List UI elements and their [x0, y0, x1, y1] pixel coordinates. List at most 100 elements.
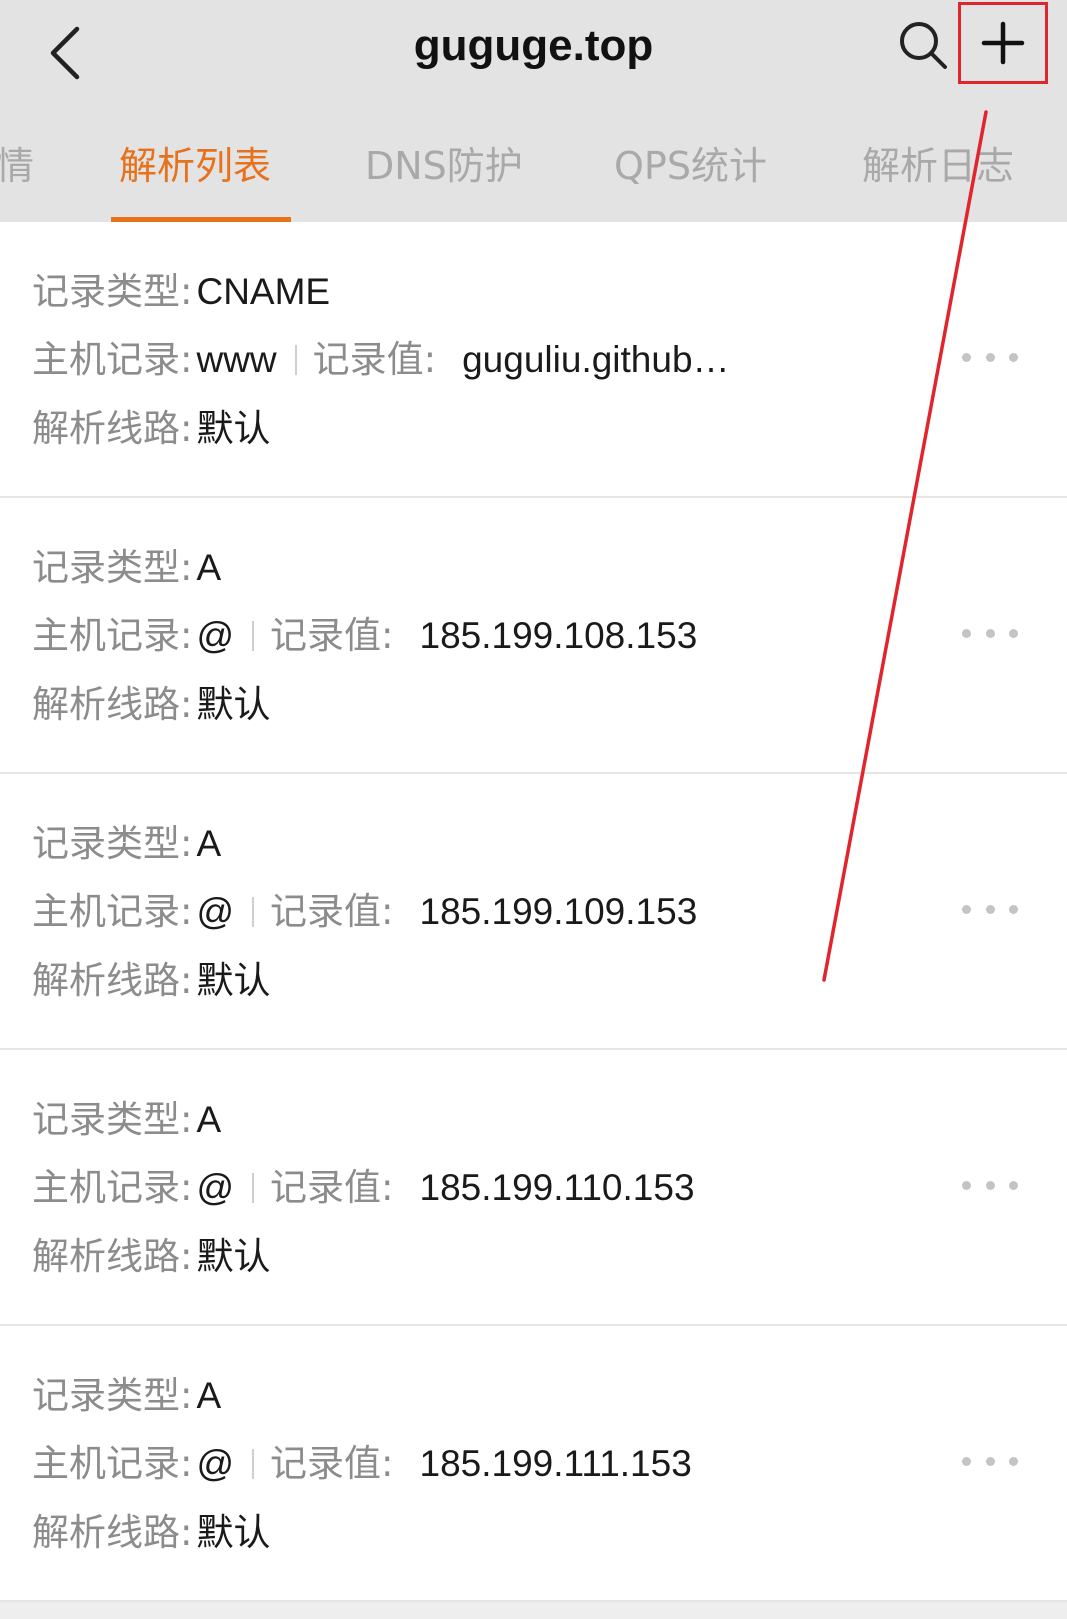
record-type-row: 记录类型: CNAME	[32, 267, 330, 317]
more-dot-icon	[962, 1456, 971, 1466]
record-value-label: 记录值:	[270, 614, 394, 657]
host-record-value: @	[196, 1167, 235, 1208]
more-dot-icon	[962, 628, 971, 638]
host-record-label: 主机记录:	[32, 614, 193, 657]
page-title: guguge.top	[413, 21, 654, 70]
back-button[interactable]	[30, 18, 100, 88]
record-value-label: 记录值:	[270, 890, 394, 933]
record-type-value: A	[196, 823, 222, 864]
host-record-label: 主机记录:	[32, 1442, 193, 1485]
line-label: 解析线路:	[32, 683, 193, 726]
more-options-button[interactable]	[962, 1170, 1018, 1200]
host-record-label: 主机记录:	[32, 338, 193, 381]
host-record-value: @	[196, 1443, 235, 1484]
line-row: 解析线路: 默认	[32, 1508, 270, 1558]
divider	[294, 345, 297, 375]
tab-record-list[interactable]: 解析列表	[119, 130, 271, 222]
host-record-label: 主机记录:	[32, 890, 193, 933]
line-value: 默认	[196, 684, 271, 725]
divider	[252, 1173, 255, 1203]
more-options-button[interactable]	[962, 1446, 1018, 1476]
line-label: 解析线路:	[32, 1235, 193, 1278]
top-bar: guguge.top 情 解析列表 DNS防护 QPS统计 解析日志	[0, 0, 1067, 222]
record-type-value: A	[196, 547, 222, 588]
more-dot-icon	[985, 904, 995, 914]
more-options-button[interactable]	[962, 618, 1018, 648]
more-dot-icon	[985, 628, 995, 638]
record-value: 185.199.110.153	[419, 1167, 695, 1208]
more-dot-icon	[962, 352, 971, 362]
add-record-button[interactable]	[958, 2, 1048, 84]
more-dot-icon	[1009, 1180, 1018, 1190]
line-label: 解析线路:	[32, 959, 193, 1002]
record-type-label: 记录类型:	[32, 546, 193, 589]
record-value-label: 记录值:	[270, 1166, 394, 1209]
record-type-row: 记录类型: A	[32, 543, 221, 593]
search-button[interactable]	[892, 14, 954, 76]
more-dot-icon	[985, 1456, 995, 1466]
line-value: 默认	[196, 1236, 271, 1277]
line-value: 默认	[196, 960, 271, 1001]
more-options-button[interactable]	[962, 342, 1018, 372]
more-options-button[interactable]	[962, 894, 1018, 924]
tab-bar: 情 解析列表 DNS防护 QPS统计 解析日志	[0, 130, 1067, 222]
host-record-label: 主机记录:	[32, 1166, 193, 1209]
list-item[interactable]: 记录类型: A 主机记录: @ 记录值: 185.199.109.153 解析线…	[0, 774, 1067, 1050]
list-item[interactable]: 记录类型: CNAME 主机记录: www 记录值: guguliu.githu…	[0, 222, 1067, 498]
host-record-row: 主机记录: @ 记录值: 185.199.110.153	[32, 1163, 695, 1213]
record-type-label: 记录类型:	[32, 1374, 193, 1417]
more-dot-icon	[962, 1180, 971, 1190]
tab-qps-stats[interactable]: QPS统计	[614, 130, 767, 222]
list-item[interactable]: 记录类型: A 主机记录: @ 记录值: 185.199.110.153 解析线…	[0, 1050, 1067, 1326]
record-type-label: 记录类型:	[32, 822, 193, 865]
more-dot-icon	[962, 904, 971, 914]
more-dot-icon	[1009, 1456, 1018, 1466]
line-value: 默认	[196, 408, 271, 449]
record-type-row: 记录类型: A	[32, 1371, 221, 1421]
chevron-left-icon	[50, 26, 80, 80]
more-dot-icon	[1009, 904, 1018, 914]
bottom-strip	[0, 1602, 1067, 1619]
record-value-label: 记录值:	[270, 1442, 394, 1485]
record-value: 185.199.111.153	[419, 1443, 692, 1484]
more-dot-icon	[1009, 628, 1018, 638]
list-item[interactable]: 记录类型: A 主机记录: @ 记录值: 185.199.111.153 解析线…	[0, 1326, 1067, 1602]
record-list: 记录类型: CNAME 主机记录: www 记录值: guguliu.githu…	[0, 222, 1067, 1602]
host-record-value: www	[196, 339, 277, 380]
host-record-value: @	[196, 891, 235, 932]
record-value: guguliu.github…	[462, 339, 730, 380]
line-value: 默认	[196, 1512, 271, 1553]
more-dot-icon	[985, 352, 995, 362]
record-type-value: A	[196, 1375, 222, 1416]
line-row: 解析线路: 默认	[32, 956, 270, 1006]
record-type-row: 记录类型: A	[32, 1095, 221, 1145]
host-record-row: 主机记录: @ 记录值: 185.199.108.153	[32, 611, 697, 661]
record-type-label: 记录类型:	[32, 1098, 193, 1141]
line-label: 解析线路:	[32, 407, 193, 450]
host-record-row: 主机记录: @ 记录值: 185.199.109.153	[32, 887, 697, 937]
record-type-label: 记录类型:	[32, 270, 193, 313]
host-record-row: 主机记录: @ 记录值: 185.199.111.153	[32, 1439, 692, 1489]
record-type-value: CNAME	[196, 271, 331, 312]
plus-icon	[981, 21, 1025, 65]
list-item[interactable]: 记录类型: A 主机记录: @ 记录值: 185.199.108.153 解析线…	[0, 498, 1067, 774]
line-label: 解析线路:	[32, 1511, 193, 1554]
more-dot-icon	[1009, 352, 1018, 362]
record-value: 185.199.109.153	[419, 891, 698, 932]
more-dot-icon	[985, 1180, 995, 1190]
line-row: 解析线路: 默认	[32, 1232, 270, 1282]
tab-dns-protection[interactable]: DNS防护	[365, 130, 523, 222]
record-value-label: 记录值:	[312, 338, 437, 381]
record-type-value: A	[196, 1099, 222, 1140]
record-type-row: 记录类型: A	[32, 819, 221, 869]
search-icon	[900, 22, 947, 69]
divider	[252, 1449, 255, 1479]
tab-details[interactable]: 情	[0, 130, 34, 222]
tab-resolve-log[interactable]: 解析日志	[862, 130, 1014, 222]
line-row: 解析线路: 默认	[32, 404, 270, 454]
host-record-row: 主机记录: www 记录值: guguliu.github…	[32, 335, 730, 385]
divider	[252, 897, 255, 927]
line-row: 解析线路: 默认	[32, 680, 270, 730]
divider	[252, 621, 255, 651]
host-record-value: @	[196, 615, 235, 656]
